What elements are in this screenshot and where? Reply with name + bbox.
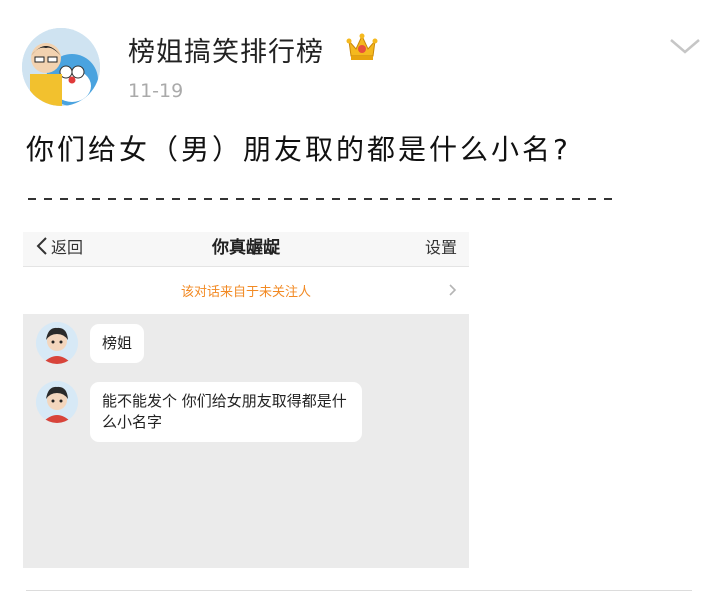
avatar	[36, 381, 78, 423]
chat-nav-bar: 返回 你真龌龊 设置	[23, 232, 469, 266]
avatar	[36, 322, 78, 364]
chevron-right-icon	[449, 284, 457, 296]
message-bubble: 榜姐	[90, 324, 145, 363]
post-image[interactable]: 返回 你真龌龊 设置 该对话来自于未关注人 榜姐 能不能发个 你们给女朋友取得都…	[23, 232, 469, 568]
notice-text: 该对话来自于未关注人	[180, 285, 311, 300]
message-bubble: 能不能发个 你们给女朋友取得都是什么小名字	[90, 382, 362, 442]
stranger-notice: 该对话来自于未关注人	[23, 266, 469, 314]
chevron-down-icon[interactable]	[668, 36, 702, 56]
post-time: 11-19	[128, 80, 184, 102]
divider	[26, 590, 692, 591]
chat-title: 你真龌龊	[212, 238, 280, 258]
settings-label: 设置	[424, 238, 457, 257]
crown-icon	[346, 32, 378, 62]
post-text: 你们给女（男）朋友取的都是什么小名?	[26, 133, 571, 166]
author-avatar[interactable]	[22, 28, 100, 106]
dashed-divider	[28, 198, 620, 200]
author-name[interactable]: 榜姐搞笑排行榜	[128, 30, 324, 69]
